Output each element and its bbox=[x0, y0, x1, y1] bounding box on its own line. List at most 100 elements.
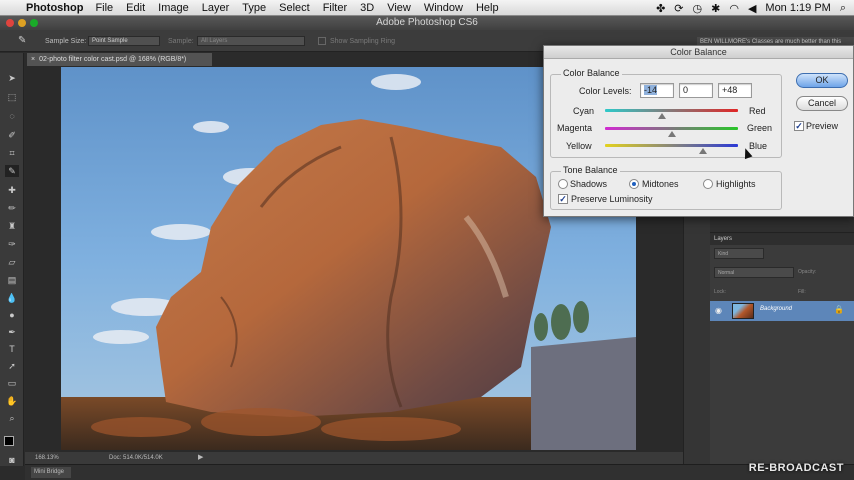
menu-type[interactable]: Type bbox=[242, 2, 266, 14]
layers-panel-header[interactable]: Layers bbox=[710, 233, 854, 245]
visibility-eye-icon[interactable]: ◉ bbox=[715, 306, 722, 315]
menu-help[interactable]: Help bbox=[476, 2, 499, 14]
show-sampling-ring-label: Show Sampling Ring bbox=[330, 38, 395, 45]
close-window-button[interactable] bbox=[6, 19, 14, 27]
dialog-title: Color Balance bbox=[544, 46, 853, 59]
status-bar: 168.13% Doc: 514.0K/514.0K ▶ bbox=[25, 452, 710, 464]
show-sampling-ring-checkbox[interactable] bbox=[318, 37, 326, 45]
menu-window[interactable]: Window bbox=[424, 2, 463, 14]
slider-blue-label: Blue bbox=[749, 141, 768, 151]
script-icon[interactable]: ✤ bbox=[656, 2, 665, 15]
menu-select[interactable]: Select bbox=[279, 2, 310, 14]
color-level-cyan-red-input[interactable]: -14 bbox=[640, 83, 674, 98]
cancel-button[interactable]: Cancel bbox=[796, 96, 848, 111]
zoom-level[interactable]: 168.13% bbox=[35, 452, 59, 464]
bluetooth-icon[interactable]: ✱ bbox=[711, 2, 720, 15]
preserve-luminosity-label[interactable]: Preserve Luminosity bbox=[571, 194, 653, 204]
minimize-window-button[interactable] bbox=[18, 19, 26, 27]
slider-red-label: Red bbox=[749, 106, 766, 116]
gradient-tool-icon[interactable]: ▤ bbox=[5, 274, 19, 286]
yellow-blue-slider-thumb[interactable] bbox=[699, 148, 708, 154]
menu-filter[interactable]: Filter bbox=[323, 2, 347, 14]
sample-size-select[interactable]: Point Sample bbox=[88, 36, 160, 46]
slider-cyan-label: Cyan bbox=[573, 106, 595, 116]
move-tool-icon[interactable]: ➤ bbox=[5, 72, 19, 84]
eyedropper-tool-icon[interactable]: ✎ bbox=[5, 165, 19, 177]
layer-name[interactable]: Background bbox=[760, 306, 792, 312]
menu-view[interactable]: View bbox=[387, 2, 411, 14]
color-level-magenta-green-input[interactable]: 0 bbox=[679, 83, 713, 98]
layers-tab[interactable]: Layers bbox=[714, 236, 732, 242]
history-brush-tool-icon[interactable]: ✑ bbox=[5, 238, 19, 250]
cyan-red-slider-track[interactable] bbox=[605, 109, 738, 112]
shadows-label[interactable]: Shadows bbox=[570, 179, 607, 189]
status-menu-arrow-icon[interactable]: ▶ bbox=[198, 452, 203, 464]
yellow-blue-slider-track[interactable] bbox=[605, 144, 738, 147]
cyan-red-slider-thumb[interactable] bbox=[658, 113, 667, 119]
menu-3d[interactable]: 3D bbox=[360, 2, 374, 14]
window-title-bar: Adobe Photoshop CS6 bbox=[0, 16, 854, 30]
marquee-tool-icon[interactable]: ⬚ bbox=[5, 91, 19, 103]
mac-menu-bar: Photoshop File Edit Image Layer Type Sel… bbox=[0, 0, 854, 16]
menu-file[interactable]: File bbox=[95, 2, 113, 14]
path-selection-tool-icon[interactable]: ➚ bbox=[5, 360, 19, 372]
dodge-tool-icon[interactable]: ● bbox=[5, 309, 19, 321]
shape-tool-icon[interactable]: ▭ bbox=[5, 377, 19, 389]
quick-mask-icon[interactable]: ◙ bbox=[5, 454, 19, 466]
highlights-label[interactable]: Highlights bbox=[716, 179, 756, 189]
eraser-tool-icon[interactable]: ▱ bbox=[5, 256, 19, 268]
volume-icon[interactable]: ◀ bbox=[748, 2, 756, 15]
menu-edit[interactable]: Edit bbox=[126, 2, 145, 14]
eyedropper-tool-icon[interactable]: ✎ bbox=[18, 35, 26, 46]
tone-balance-group-label: Tone Balance bbox=[561, 165, 620, 175]
hand-tool-icon[interactable]: ✋ bbox=[5, 395, 19, 407]
midtones-label[interactable]: Midtones bbox=[642, 179, 679, 189]
window-title: Adobe Photoshop CS6 bbox=[376, 17, 478, 28]
close-tab-icon[interactable]: × bbox=[31, 56, 35, 63]
healing-brush-tool-icon[interactable]: ✚ bbox=[5, 184, 19, 196]
preview-label[interactable]: Preview bbox=[806, 121, 838, 131]
pen-tool-icon[interactable]: ✒ bbox=[5, 326, 19, 338]
type-tool-icon[interactable]: T bbox=[5, 343, 19, 355]
opacity-label: Opacity: bbox=[798, 269, 817, 275]
document-size: Doc: 514.0K/514.0K bbox=[109, 455, 163, 461]
preview-checkbox[interactable]: ✓ bbox=[794, 121, 804, 131]
brush-tool-icon[interactable]: ✏ bbox=[5, 202, 19, 214]
magenta-green-slider-thumb[interactable] bbox=[667, 131, 676, 137]
app-menu[interactable]: Photoshop bbox=[26, 2, 83, 14]
sync-icon[interactable]: ⟳ bbox=[674, 2, 683, 15]
preserve-luminosity-checkbox[interactable]: ✓ bbox=[558, 194, 568, 204]
zoom-tool-icon[interactable]: ⌕ bbox=[5, 412, 19, 424]
layer-filter-kind[interactable]: Kind bbox=[714, 248, 764, 259]
mini-bridge-bar: Mini Bridge bbox=[25, 464, 854, 480]
highlights-radio[interactable] bbox=[703, 179, 713, 189]
magenta-green-slider-track[interactable] bbox=[605, 127, 738, 130]
sample-size-label: Sample Size: bbox=[45, 38, 87, 45]
timemachine-icon[interactable]: ◷ bbox=[693, 2, 703, 15]
shadows-radio[interactable] bbox=[558, 179, 568, 189]
foreground-color-swatch[interactable] bbox=[4, 436, 14, 446]
spotlight-search-icon[interactable]: ⌕ bbox=[840, 2, 846, 15]
wifi-icon[interactable]: ◠ bbox=[729, 2, 739, 15]
clock[interactable]: Mon 1:19 PM bbox=[765, 2, 830, 14]
midtones-radio[interactable] bbox=[629, 179, 639, 189]
layer-row-background[interactable]: ◉ Background 🔒 bbox=[710, 301, 854, 321]
ok-button[interactable]: OK bbox=[796, 73, 848, 88]
lock-icon: 🔒 bbox=[834, 305, 844, 314]
quick-selection-tool-icon[interactable]: ✐ bbox=[5, 129, 19, 141]
mini-bridge-tab[interactable]: Mini Bridge bbox=[31, 467, 71, 478]
document-tab[interactable]: × 02-photo filter color cast.psd @ 168% (… bbox=[27, 53, 212, 66]
lasso-tool-icon[interactable]: ◌ bbox=[5, 110, 19, 122]
color-balance-dialog: Color Balance Color Balance Color Levels… bbox=[543, 45, 854, 217]
menu-image[interactable]: Image bbox=[158, 2, 189, 14]
blend-mode-select[interactable]: Normal bbox=[714, 267, 794, 278]
zoom-window-button[interactable] bbox=[30, 19, 38, 27]
crop-tool-icon[interactable]: ⌗ bbox=[5, 147, 19, 159]
menu-layer[interactable]: Layer bbox=[202, 2, 230, 14]
clone-stamp-tool-icon[interactable]: ♜ bbox=[5, 220, 19, 232]
blur-tool-icon[interactable]: 💧 bbox=[5, 292, 19, 304]
tone-balance-group bbox=[550, 171, 782, 210]
color-level-yellow-blue-input[interactable]: +48 bbox=[718, 83, 752, 98]
lock-label: Lock: bbox=[714, 289, 726, 295]
sample-layers-select[interactable]: All Layers bbox=[197, 36, 305, 46]
